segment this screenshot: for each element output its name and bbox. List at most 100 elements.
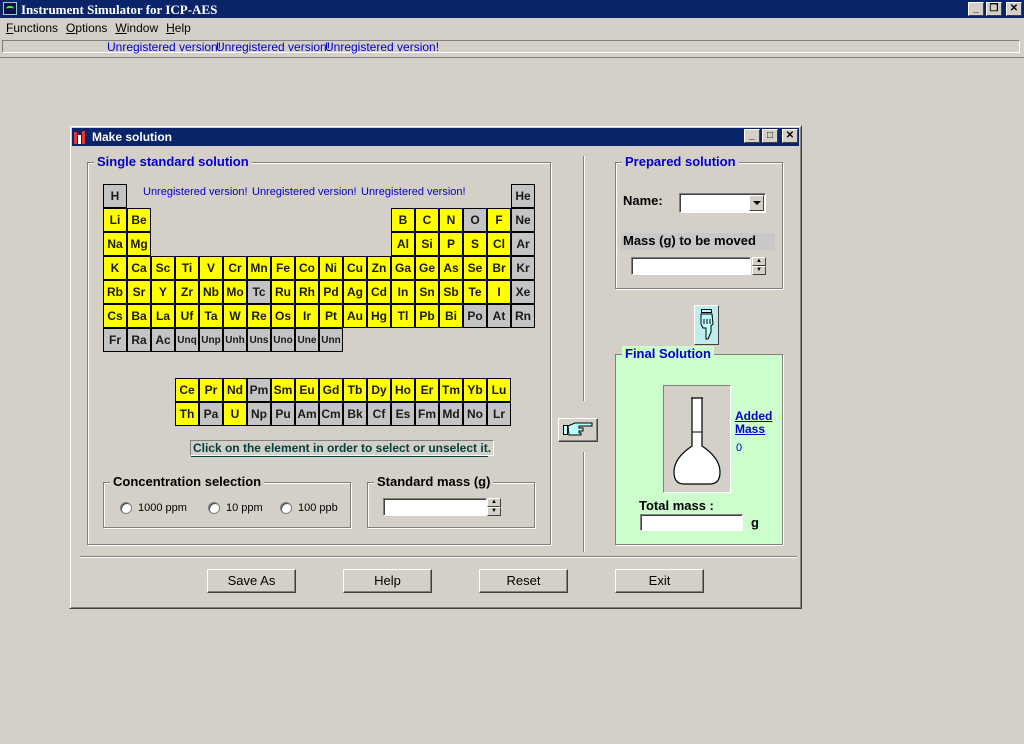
- dialog-minimize-button[interactable]: _: [744, 129, 760, 143]
- element-rn[interactable]: Rn: [511, 304, 535, 328]
- element-te[interactable]: Te: [463, 280, 487, 304]
- element-np[interactable]: Np: [247, 402, 271, 426]
- element-si[interactable]: Si: [415, 232, 439, 256]
- element-zr[interactable]: Zr: [175, 280, 199, 304]
- element-lr[interactable]: Lr: [487, 402, 511, 426]
- standard-mass-spinner[interactable]: ▲ ▼: [487, 498, 501, 516]
- element-w[interactable]: W: [223, 304, 247, 328]
- element-br[interactable]: Br: [487, 256, 511, 280]
- element-unn[interactable]: Unn: [319, 328, 343, 352]
- element-mo[interactable]: Mo: [223, 280, 247, 304]
- element-u[interactable]: U: [223, 402, 247, 426]
- element-sn[interactable]: Sn: [415, 280, 439, 304]
- element-lu[interactable]: Lu: [487, 378, 511, 402]
- added-mass-link[interactable]: Added Mass: [735, 410, 772, 436]
- element-er[interactable]: Er: [415, 378, 439, 402]
- element-une[interactable]: Une: [295, 328, 319, 352]
- spin-down-icon[interactable]: ▼: [752, 266, 766, 275]
- element-mg[interactable]: Mg: [127, 232, 151, 256]
- element-ca[interactable]: Ca: [127, 256, 151, 280]
- solution-name-select[interactable]: [679, 193, 766, 213]
- element-md[interactable]: Md: [439, 402, 463, 426]
- radio-dot[interactable]: [280, 502, 292, 514]
- spin-up-icon[interactable]: ▲: [752, 257, 766, 266]
- element-au[interactable]: Au: [343, 304, 367, 328]
- element-n[interactable]: N: [439, 208, 463, 232]
- element-cs[interactable]: Cs: [103, 304, 127, 328]
- element-tl[interactable]: Tl: [391, 304, 415, 328]
- element-cm[interactable]: Cm: [319, 402, 343, 426]
- element-pu[interactable]: Pu: [271, 402, 295, 426]
- element-ar[interactable]: Ar: [511, 232, 535, 256]
- element-li[interactable]: Li: [103, 208, 127, 232]
- transfer-button[interactable]: [558, 418, 598, 442]
- element-c[interactable]: C: [415, 208, 439, 232]
- element-he[interactable]: He: [511, 184, 535, 208]
- element-rh[interactable]: Rh: [295, 280, 319, 304]
- element-ne[interactable]: Ne: [511, 208, 535, 232]
- element-tm[interactable]: Tm: [439, 378, 463, 402]
- element-pr[interactable]: Pr: [199, 378, 223, 402]
- dialog-close-button[interactable]: ✕: [782, 129, 798, 143]
- element-na[interactable]: Na: [103, 232, 127, 256]
- element-pb[interactable]: Pb: [415, 304, 439, 328]
- close-button[interactable]: ✕: [1006, 2, 1022, 16]
- element-th[interactable]: Th: [175, 402, 199, 426]
- element-cu[interactable]: Cu: [343, 256, 367, 280]
- element-ga[interactable]: Ga: [391, 256, 415, 280]
- element-tc[interactable]: Tc: [247, 280, 271, 304]
- element-nb[interactable]: Nb: [199, 280, 223, 304]
- element-in[interactable]: In: [391, 280, 415, 304]
- element-cl[interactable]: Cl: [487, 232, 511, 256]
- element-po[interactable]: Po: [463, 304, 487, 328]
- element-sr[interactable]: Sr: [127, 280, 151, 304]
- element-rb[interactable]: Rb: [103, 280, 127, 304]
- element-co[interactable]: Co: [295, 256, 319, 280]
- element-sc[interactable]: Sc: [151, 256, 175, 280]
- help-button[interactable]: Help: [343, 569, 432, 593]
- element-mn[interactable]: Mn: [247, 256, 271, 280]
- element-k[interactable]: K: [103, 256, 127, 280]
- element-unh[interactable]: Unh: [223, 328, 247, 352]
- element-b[interactable]: B: [391, 208, 415, 232]
- element-ti[interactable]: Ti: [175, 256, 199, 280]
- element-os[interactable]: Os: [271, 304, 295, 328]
- radio-100ppb[interactable]: 100 ppb: [280, 502, 338, 514]
- element-pt[interactable]: Pt: [319, 304, 343, 328]
- save-as-button[interactable]: Save As: [207, 569, 296, 593]
- element-o[interactable]: O: [463, 208, 487, 232]
- mass-to-move-input[interactable]: [631, 257, 751, 275]
- mass-to-move-spinner[interactable]: ▲ ▼: [752, 257, 766, 275]
- minimize-button[interactable]: _: [968, 2, 984, 16]
- element-am[interactable]: Am: [295, 402, 319, 426]
- element-pm[interactable]: Pm: [247, 378, 271, 402]
- element-no[interactable]: No: [463, 402, 487, 426]
- element-at[interactable]: At: [487, 304, 511, 328]
- element-fr[interactable]: Fr: [103, 328, 127, 352]
- spin-down-icon[interactable]: ▼: [487, 507, 501, 516]
- element-ir[interactable]: Ir: [295, 304, 319, 328]
- element-unp[interactable]: Unp: [199, 328, 223, 352]
- element-re[interactable]: Re: [247, 304, 271, 328]
- dialog-maximize-button[interactable]: □: [762, 129, 778, 143]
- element-ni[interactable]: Ni: [319, 256, 343, 280]
- element-cr[interactable]: Cr: [223, 256, 247, 280]
- element-i[interactable]: I: [487, 280, 511, 304]
- element-s[interactable]: S: [463, 232, 487, 256]
- element-y[interactable]: Y: [151, 280, 175, 304]
- spin-up-icon[interactable]: ▲: [487, 498, 501, 507]
- element-f[interactable]: F: [487, 208, 511, 232]
- element-fm[interactable]: Fm: [415, 402, 439, 426]
- element-nd[interactable]: Nd: [223, 378, 247, 402]
- element-la[interactable]: La: [151, 304, 175, 328]
- radio-dot[interactable]: [208, 502, 220, 514]
- standard-mass-input[interactable]: [383, 498, 487, 516]
- element-xe[interactable]: Xe: [511, 280, 535, 304]
- element-eu[interactable]: Eu: [295, 378, 319, 402]
- radio-dot[interactable]: [120, 502, 132, 514]
- exit-button[interactable]: Exit: [615, 569, 704, 593]
- element-cd[interactable]: Cd: [367, 280, 391, 304]
- element-ce[interactable]: Ce: [175, 378, 199, 402]
- element-zn[interactable]: Zn: [367, 256, 391, 280]
- element-bi[interactable]: Bi: [439, 304, 463, 328]
